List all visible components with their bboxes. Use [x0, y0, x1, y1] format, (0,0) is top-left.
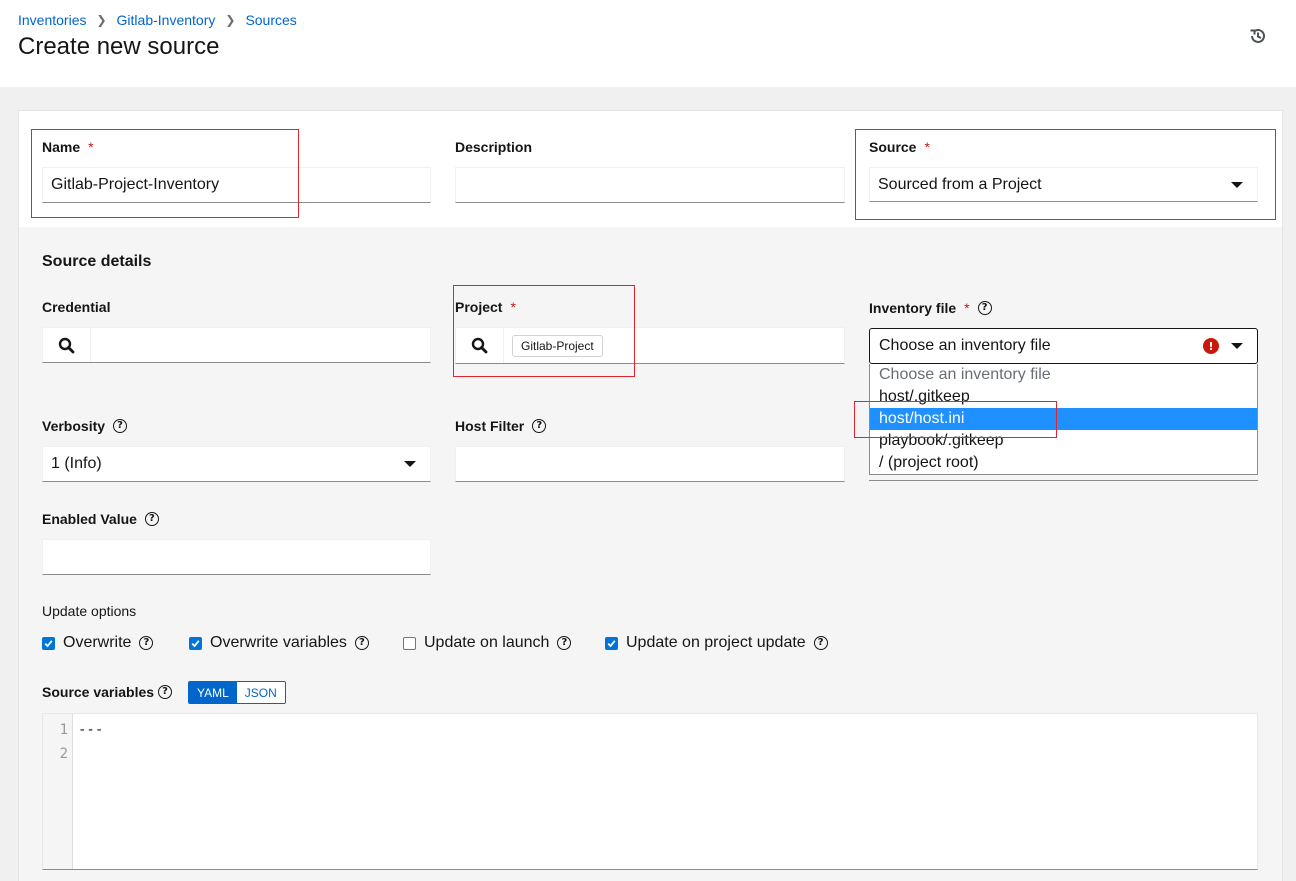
credential-search-button[interactable] [43, 328, 91, 362]
update-options-title: Update options [42, 603, 137, 619]
credential-lookup[interactable] [42, 327, 431, 363]
page-title: Create new source [18, 33, 220, 60]
credential-label: Credential [42, 299, 111, 315]
help-icon[interactable]: ? [113, 419, 128, 433]
verbosity-value: 1 (Info) [51, 455, 102, 472]
help-icon[interactable]: ? [158, 685, 173, 699]
help-icon[interactable]: ? [144, 512, 159, 526]
yaml-json-toggle: YAML JSON [188, 681, 286, 704]
breadcrumb-gitlab-inventory[interactable]: Gitlab-Inventory [117, 12, 216, 28]
enabled-value-label: Enabled Value ? [42, 511, 159, 527]
overwrite-checkbox[interactable]: Overwrite ? [42, 634, 154, 652]
checkbox-checked[interactable] [42, 636, 55, 650]
source-variables-label: Source variables ? [42, 684, 173, 700]
search-icon [58, 337, 75, 353]
error-icon: ! [1203, 338, 1219, 354]
verbosity-label: Verbosity ? [42, 418, 128, 434]
help-icon[interactable]: ? [532, 419, 547, 433]
breadcrumb: Inventories ❯ Gitlab-Inventory ❯ Sources [18, 12, 297, 28]
host-filter-label: Host Filter ? [455, 418, 547, 434]
caret-down-icon [1231, 343, 1243, 349]
update-on-launch-checkbox[interactable]: Update on launch ? [403, 634, 572, 652]
breadcrumb-inventories[interactable]: Inventories [18, 12, 86, 28]
breadcrumb-sources[interactable]: Sources [245, 12, 296, 28]
help-icon[interactable]: ? [354, 636, 369, 650]
description-field[interactable] [455, 167, 845, 203]
host-filter-field[interactable] [455, 446, 845, 482]
page-header: Inventories ❯ Gitlab-Inventory ❯ Sources… [0, 0, 1296, 87]
line-number-gutter: 1 2 [43, 714, 73, 869]
update-on-project-update-label: Update on project update [626, 634, 806, 651]
update-on-project-update-checkbox[interactable]: Update on project update ? [605, 634, 828, 652]
help-icon[interactable]: ? [977, 301, 992, 315]
verbosity-select[interactable]: 1 (Info) [42, 446, 431, 482]
description-label: Description [455, 139, 533, 155]
help-icon[interactable]: ? [813, 636, 828, 650]
code-line: --- [78, 722, 104, 738]
checkbox-checked[interactable] [605, 636, 618, 650]
verbosity-label-text: Verbosity [42, 418, 106, 434]
required-mark: * [964, 300, 970, 316]
field-underline [869, 480, 1258, 481]
highlight-box-source [855, 129, 1276, 220]
overwrite-variables-checkbox[interactable]: Overwrite variables ? [189, 634, 369, 652]
help-icon[interactable]: ? [139, 636, 154, 650]
source-variables-label-text: Source variables [42, 684, 155, 700]
overwrite-variables-label: Overwrite variables [210, 634, 347, 651]
json-toggle-button[interactable]: JSON [236, 682, 285, 703]
checkbox-checked[interactable] [189, 636, 202, 650]
inventory-file-value: Choose an inventory file [879, 337, 1051, 354]
highlight-box-project [453, 285, 635, 377]
history-icon[interactable] [1248, 26, 1268, 46]
chevron-right-icon: ❯ [96, 13, 107, 27]
highlight-box-host-ini [854, 401, 1057, 438]
option-placeholder[interactable]: Choose an inventory file [870, 364, 1257, 386]
inventory-file-label: Inventory file * ? [869, 300, 992, 316]
source-details-title: Source details [42, 253, 152, 270]
host-filter-label-text: Host Filter [455, 418, 525, 434]
enabled-value-field[interactable] [42, 539, 431, 575]
option-project-root[interactable]: / (project root) [870, 452, 1257, 474]
update-on-launch-label: Update on launch [424, 634, 550, 651]
overwrite-label: Overwrite [63, 634, 132, 651]
inventory-file-label-text: Inventory file [869, 300, 957, 316]
caret-down-icon [404, 461, 416, 467]
source-variables-editor[interactable]: 1 2 --- [42, 713, 1258, 870]
code-content[interactable]: --- [78, 721, 103, 769]
enabled-value-label-text: Enabled Value [42, 511, 137, 527]
checkbox-unchecked[interactable] [403, 636, 416, 650]
yaml-toggle-button[interactable]: YAML [189, 682, 237, 703]
chevron-right-icon: ❯ [225, 13, 236, 27]
inventory-file-select[interactable]: Choose an inventory file ! [869, 328, 1258, 364]
highlight-box-name [31, 129, 299, 218]
line-number: 1 [59, 722, 68, 738]
line-number: 2 [59, 746, 68, 762]
help-icon[interactable]: ? [557, 636, 572, 650]
